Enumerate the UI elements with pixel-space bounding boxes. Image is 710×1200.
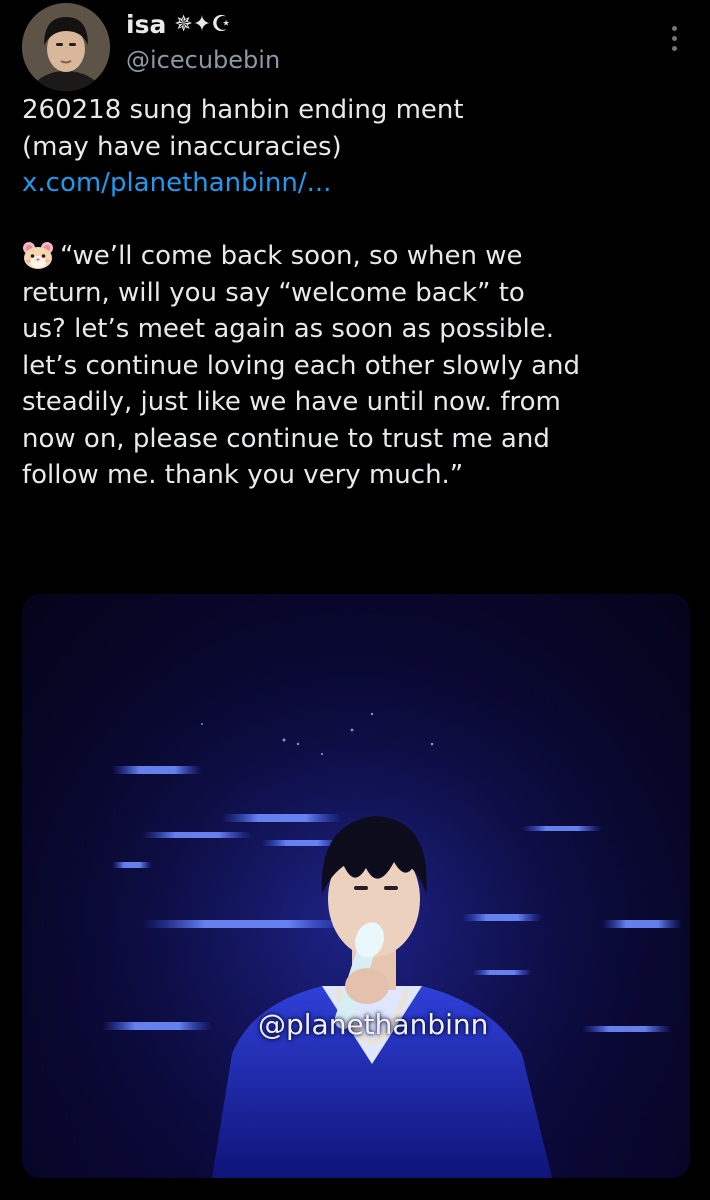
more-dots-icon: [671, 25, 677, 31]
quote-line-first: “we’ll come back soon, so when we: [22, 238, 682, 275]
author-name-decoration: ✵✦☪: [174, 11, 231, 37]
author-display-name[interactable]: isa: [126, 10, 166, 39]
tweet-line: (may have inaccuracies): [22, 131, 342, 162]
tweet-media-video[interactable]: @planethanbinn: [22, 594, 690, 1178]
tweet-line: 260218 sung hanbin ending ment: [22, 95, 464, 125]
author-name-row[interactable]: isa ✵✦☪: [126, 6, 231, 42]
quote-line: us? let’s meet again as soon as possible…: [22, 314, 554, 344]
hamster-face-icon: [22, 240, 54, 270]
media-watermark: @planethanbinn: [258, 1008, 489, 1041]
quote-line: follow me. thank you very much.”: [22, 460, 464, 490]
quote-line: let’s continue loving each other slowly …: [22, 350, 581, 381]
tweet-text: 260218 sung hanbin ending ment (may have…: [22, 92, 682, 494]
quote-line: “we’ll come back soon, so when we: [60, 241, 523, 271]
quote-line: return, will you say “welcome back” to: [22, 277, 525, 308]
more-dots-icon-dot: [671, 45, 677, 51]
more-dots-icon-dot: [671, 35, 677, 41]
quote-line: steadily, just like we have until now. f…: [22, 387, 561, 417]
author-handle[interactable]: @icecubebin: [126, 46, 280, 74]
more-options-button[interactable]: [656, 18, 692, 58]
quote-line: now on, please continue to trust me and: [22, 423, 550, 454]
author-avatar[interactable]: [22, 3, 110, 91]
tweet-link[interactable]: x.com/planethanbinn/...: [22, 165, 682, 202]
